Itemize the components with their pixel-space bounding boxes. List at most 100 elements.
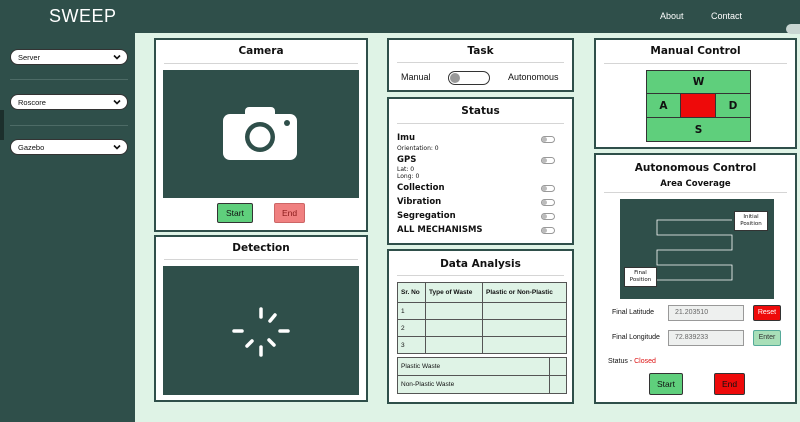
sidebar-divider <box>10 125 128 126</box>
manual-control-panel: Manual Control W A D S <box>594 38 797 149</box>
table-cell <box>425 319 483 337</box>
enter-button[interactable]: Enter <box>753 330 781 346</box>
initial-position-marker: Initial Position <box>734 211 768 231</box>
manual-control-title: Manual Control <box>650 45 741 57</box>
detection-panel: Detection <box>154 235 368 402</box>
final-latitude-label: Final Latitude <box>612 309 655 316</box>
server-select-value: Server <box>18 53 41 62</box>
autonomous-control-panel: Autonomous Control Area Coverage Initial… <box>594 153 797 404</box>
final-longitude-input[interactable]: 72.839233 <box>668 330 744 346</box>
table-cell <box>482 319 567 337</box>
panel-divider <box>604 63 787 64</box>
server-select[interactable]: Server <box>10 49 128 65</box>
toggle-knob <box>450 73 460 83</box>
gps-lat: Lat: 0 <box>397 166 415 173</box>
panel-divider <box>164 259 358 260</box>
status-title: Status <box>461 105 500 117</box>
camera-title: Camera <box>238 45 284 57</box>
chevron-down-icon <box>113 54 121 60</box>
gazebo-select-value: Gazebo <box>18 143 45 152</box>
move-left-button[interactable]: A <box>646 93 681 118</box>
table-row: 2 <box>397 319 567 337</box>
detection-title: Detection <box>232 242 290 254</box>
panel-divider <box>397 123 564 124</box>
final-position-marker: Final Position <box>624 267 657 287</box>
table-cell: 2 <box>397 319 426 337</box>
sidebar-divider <box>10 79 128 80</box>
chevron-down-icon <box>113 144 121 150</box>
data-analysis-title: Data Analysis <box>440 258 521 270</box>
camera-start-button[interactable]: Start <box>217 203 253 223</box>
camera-end-button[interactable]: End <box>274 203 305 223</box>
final-longitude-label: Final Longitude <box>612 334 660 341</box>
table-cell <box>549 357 567 376</box>
waste-summary-table: Plastic Waste Non-Plastic Waste <box>397 357 567 394</box>
column-header: Plastic or Non-Plastic <box>482 282 567 303</box>
panel-divider <box>397 275 564 276</box>
table-row: 3 <box>397 336 567 354</box>
gps-long: Long: 0 <box>397 173 420 180</box>
manual-mode-label: Manual <box>401 72 431 82</box>
final-latitude-input[interactable]: 21.203510 <box>668 305 744 321</box>
panel-divider <box>604 192 787 193</box>
column-header: Type of Waste <box>425 282 483 303</box>
move-forward-button[interactable]: W <box>646 70 751 94</box>
status-value: Closed <box>634 358 656 365</box>
detection-feed <box>163 266 359 395</box>
autonomous-start-button[interactable]: Start <box>649 373 683 395</box>
camera-feed <box>163 70 359 198</box>
data-analysis-panel: Data Analysis Sr. No Type of Waste Plast… <box>387 249 574 404</box>
move-back-button[interactable]: S <box>646 117 751 142</box>
chevron-down-icon <box>113 99 121 105</box>
table-cell <box>482 302 567 320</box>
table-header-row: Sr. No Type of Waste Plastic or Non-Plas… <box>397 282 567 303</box>
task-panel: Task Manual Autonomous <box>387 38 574 92</box>
coverage-map: Initial Position Final Position <box>620 199 774 299</box>
sidebar-edge-handle <box>0 110 4 140</box>
top-navbar: SWEEP About Contact <box>0 0 800 33</box>
table-cell <box>425 336 483 354</box>
area-coverage-subtitle: Area Coverage <box>660 179 731 189</box>
gazebo-select[interactable]: Gazebo <box>10 139 128 155</box>
sidebar <box>0 33 135 422</box>
all-mechanisms-label: ALL MECHANISMS <box>397 225 483 235</box>
vibration-toggle[interactable] <box>541 199 555 206</box>
roscore-select[interactable]: Roscore <box>10 94 128 110</box>
collection-toggle[interactable] <box>541 185 555 192</box>
brand-logo[interactable]: SWEEP <box>49 6 117 27</box>
imu-toggle[interactable] <box>541 136 555 143</box>
move-right-button[interactable]: D <box>715 93 751 118</box>
autonomous-control-title: Autonomous Control <box>634 162 757 174</box>
vibration-label: Vibration <box>397 197 442 207</box>
autonomous-mode-label: Autonomous <box>508 72 559 82</box>
loading-spinner-icon <box>232 307 290 357</box>
nav-contact-link[interactable]: Contact <box>711 11 742 21</box>
stop-button[interactable] <box>680 93 716 118</box>
imu-label: Imu <box>397 133 416 143</box>
nav-about-link[interactable]: About <box>660 11 684 21</box>
final-position-label: Final <box>634 270 647 276</box>
task-title: Task <box>467 45 494 57</box>
table-cell <box>549 375 567 394</box>
status-panel: Status Imu Orientation: 0 GPS Lat: 0 Lon… <box>387 97 574 245</box>
status-line: Status - Closed <box>608 358 656 365</box>
roscore-select-value: Roscore <box>18 98 46 107</box>
gps-toggle[interactable] <box>541 157 555 164</box>
table-cell: 1 <box>397 302 426 320</box>
segregation-label: Segregation <box>397 211 456 221</box>
table-row: 1 <box>397 302 567 320</box>
table-cell: Plastic Waste <box>397 357 550 376</box>
panel-divider <box>164 63 358 64</box>
corner-toggle-button[interactable] <box>786 24 800 34</box>
segregation-toggle[interactable] <box>541 213 555 220</box>
panel-divider <box>397 62 564 63</box>
imu-orientation: Orientation: 0 <box>397 145 439 152</box>
task-mode-toggle[interactable] <box>448 71 490 85</box>
collection-label: Collection <box>397 183 445 193</box>
reset-button[interactable]: Reset <box>753 305 781 321</box>
table-cell: Non-Plastic Waste <box>397 375 550 394</box>
all-mechanisms-toggle[interactable] <box>541 227 555 234</box>
column-header: Sr. No <box>397 282 426 303</box>
autonomous-end-button[interactable]: End <box>714 373 745 395</box>
waste-table: Sr. No Type of Waste Plastic or Non-Plas… <box>397 282 567 354</box>
